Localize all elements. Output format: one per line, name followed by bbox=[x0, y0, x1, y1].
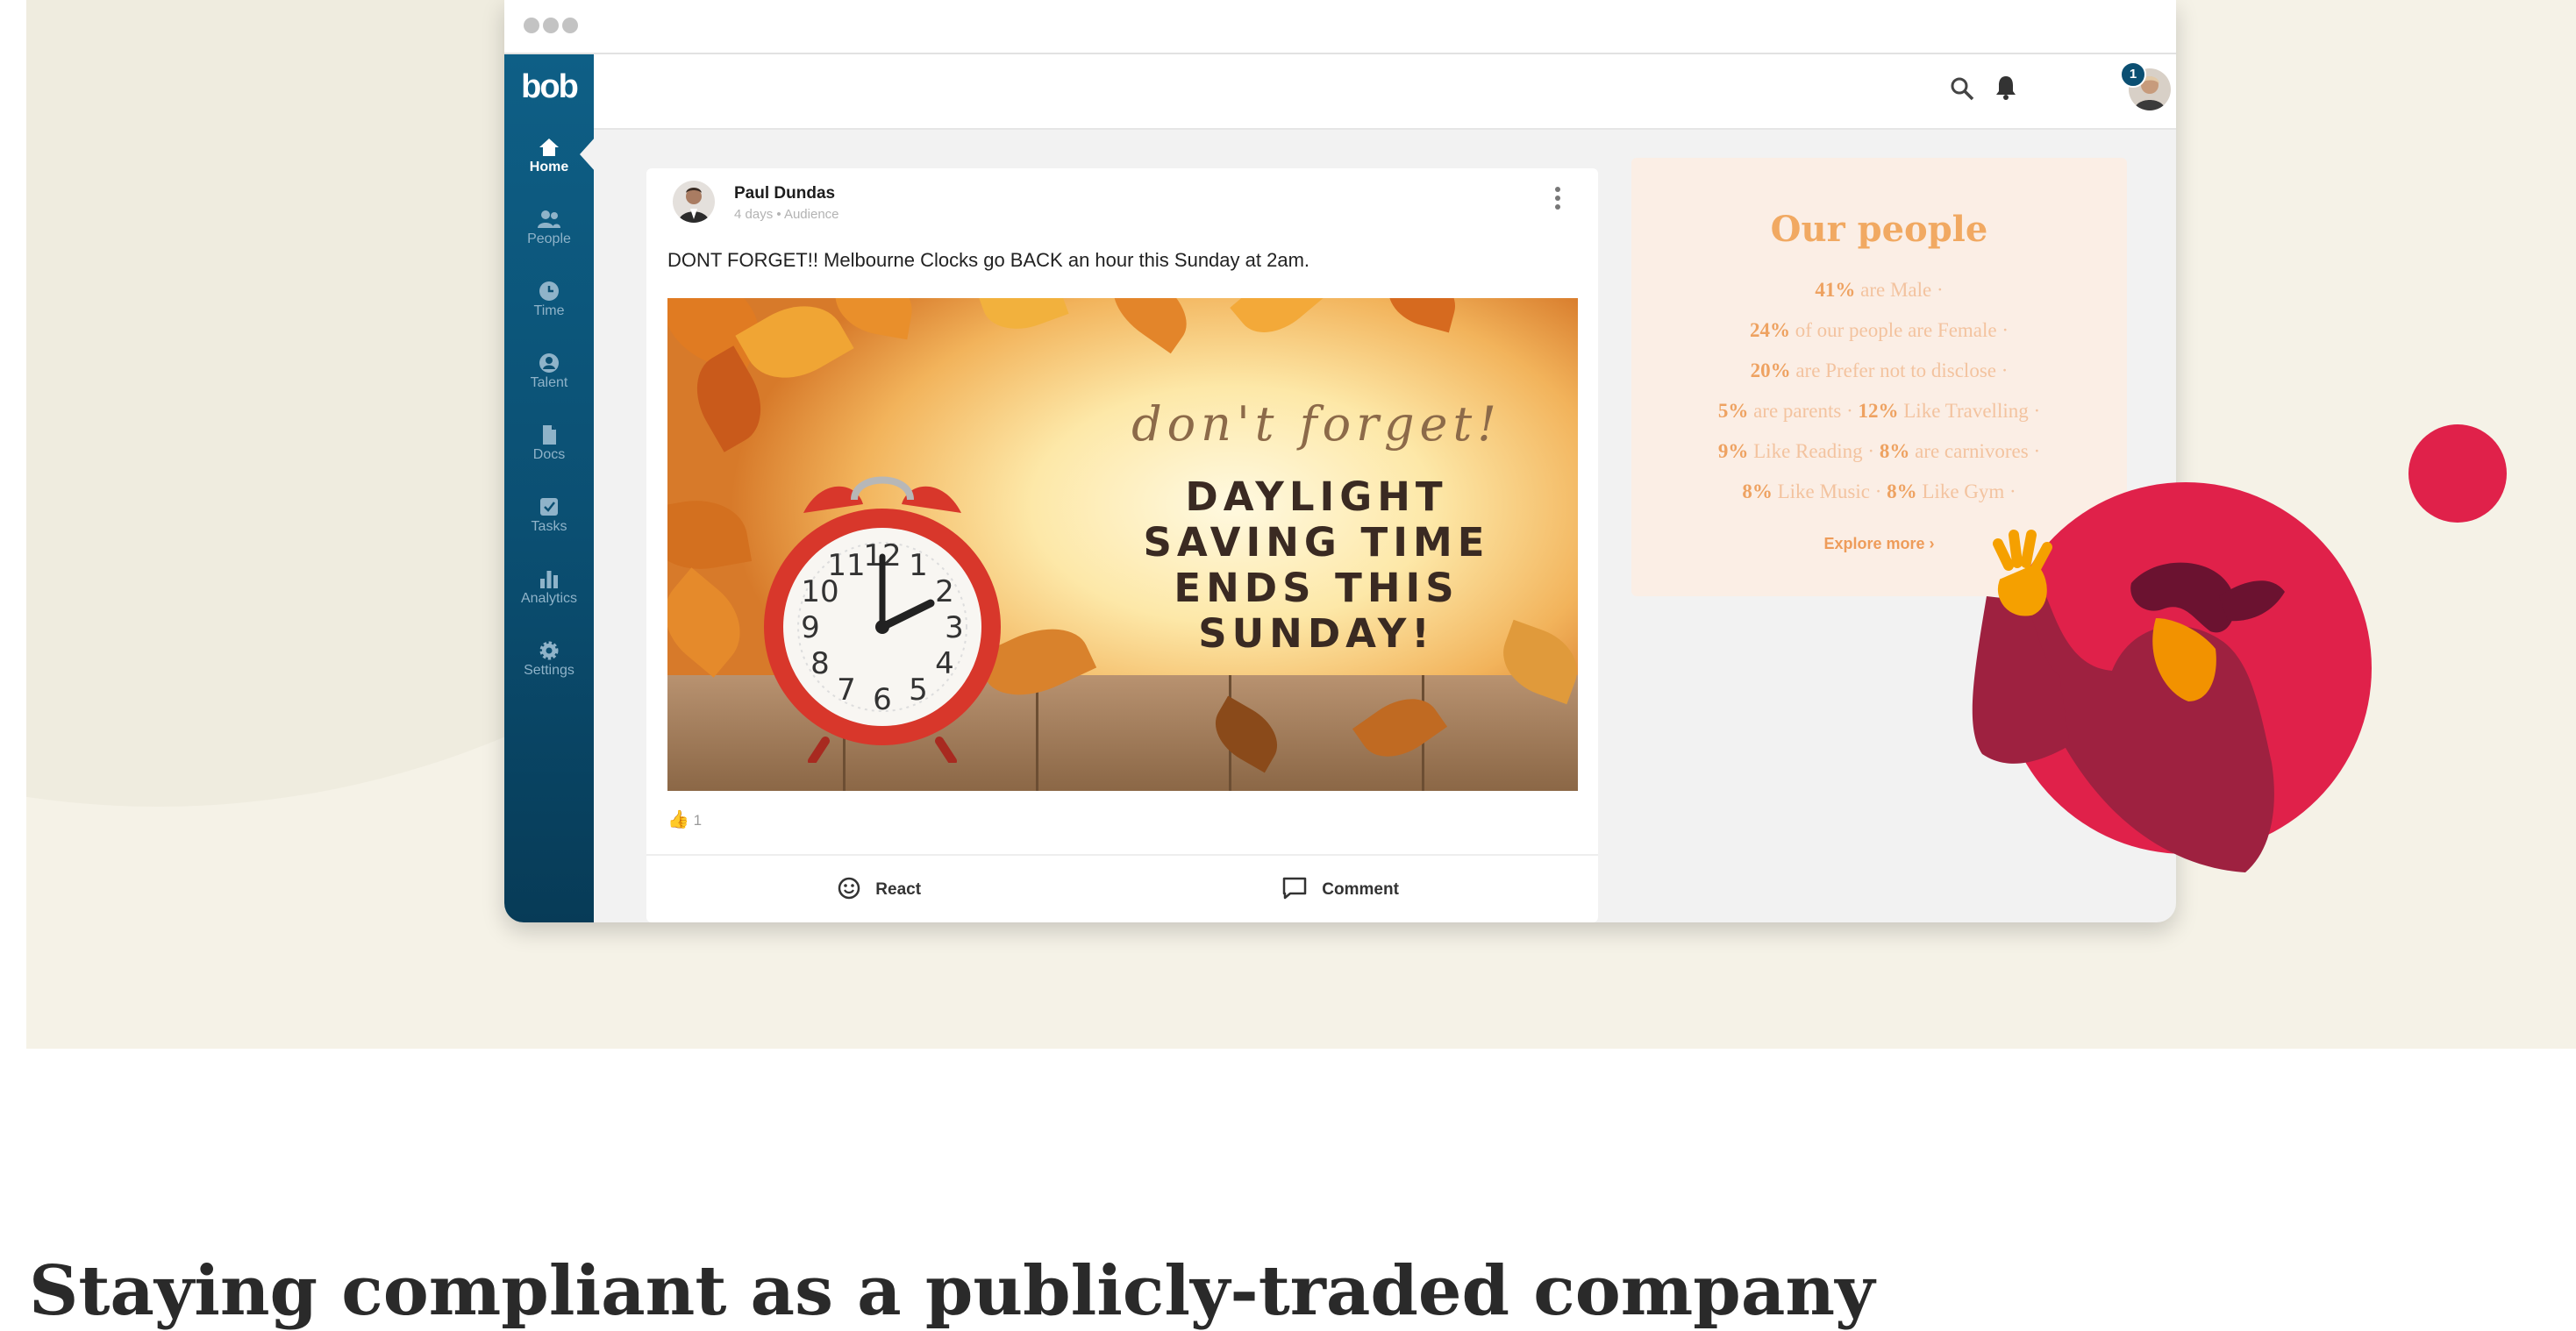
post-actions: React Comment bbox=[646, 854, 1598, 922]
clock-number: 8 bbox=[810, 646, 830, 681]
stat-value: 41% bbox=[1815, 279, 1856, 301]
autumn-leaf bbox=[1381, 298, 1463, 333]
sidebar: bob Home People Time Talent Docs Tasks A… bbox=[504, 54, 596, 922]
widget-title: Our people bbox=[1770, 209, 1988, 250]
tasks-icon bbox=[540, 498, 558, 516]
document-icon bbox=[543, 425, 556, 445]
settings-icon bbox=[539, 641, 559, 660]
comment-icon bbox=[1282, 877, 1307, 900]
autumn-leaf bbox=[976, 298, 1069, 341]
people-stat-line: 24% of our people are Female · bbox=[1631, 319, 2127, 342]
people-icon bbox=[538, 210, 560, 228]
stat-text: Like Music · bbox=[1772, 480, 1887, 502]
stat-value: 8% bbox=[1742, 480, 1773, 502]
sidebar-item-people[interactable]: People bbox=[504, 203, 594, 274]
sidebar-item-label: Time bbox=[533, 303, 565, 318]
clock-icon bbox=[539, 281, 559, 301]
post-meta: 4 days • Audience bbox=[734, 207, 839, 222]
sidebar-item-label: Tasks bbox=[531, 519, 567, 534]
author-avatar[interactable] bbox=[673, 181, 715, 223]
sidebar-item-settings[interactable]: Settings bbox=[504, 635, 594, 705]
bell-icon[interactable] bbox=[1993, 74, 2019, 102]
post-image[interactable]: 121234567891011 don't forget! DAYLIGHT S… bbox=[667, 298, 1578, 791]
image-headline-line: SUNDAY! bbox=[1198, 610, 1435, 657]
window-dot bbox=[524, 18, 539, 33]
image-headline-line: SAVING TIME bbox=[1143, 519, 1490, 566]
stat-value: 5% bbox=[1717, 400, 1749, 422]
clock-number: 7 bbox=[837, 673, 856, 708]
sidebar-item-talent[interactable]: Talent bbox=[504, 347, 594, 417]
window-dot bbox=[543, 18, 559, 33]
clock-number: 2 bbox=[935, 574, 954, 609]
reaction-summary[interactable]: 👍 1 bbox=[667, 808, 702, 830]
comment-label: Comment bbox=[1322, 880, 1399, 899]
window-dot bbox=[562, 18, 578, 33]
autumn-leaf bbox=[1098, 298, 1202, 354]
people-stat-line: 41% are Male · bbox=[1631, 279, 2127, 302]
post-author-name[interactable]: Paul Dundas bbox=[734, 184, 835, 203]
page-heading: Staying compliant as a publicly-traded c… bbox=[29, 1251, 1875, 1331]
sidebar-item-label: People bbox=[527, 231, 571, 246]
image-script-text: don't forget! bbox=[1131, 396, 1502, 452]
reaction-count: 1 bbox=[693, 812, 703, 829]
active-nav-pointer bbox=[580, 137, 596, 172]
sidebar-item-tasks[interactable]: Tasks bbox=[504, 491, 594, 561]
stat-text: Like Reading · bbox=[1748, 440, 1880, 462]
stat-value: 8% bbox=[1887, 480, 1917, 502]
stat-text: are parents · bbox=[1748, 400, 1859, 422]
stat-value: 9% bbox=[1717, 440, 1749, 462]
stat-value: 24% bbox=[1749, 319, 1790, 341]
image-headline-line: DAYLIGHT bbox=[1185, 473, 1448, 520]
sidebar-item-time[interactable]: Time bbox=[504, 275, 594, 345]
bob-logo: bob bbox=[521, 68, 579, 105]
sidebar-item-label: Settings bbox=[524, 663, 574, 678]
autumn-leaf bbox=[667, 567, 760, 678]
hero-section: bob Home People Time Talent Docs Tasks A… bbox=[26, 0, 2576, 1049]
notification-badge: 1 bbox=[2120, 61, 2146, 88]
react-label: React bbox=[875, 880, 922, 899]
sidebar-item-analytics[interactable]: Analytics bbox=[504, 563, 594, 633]
stat-text: of our people are Female · bbox=[1789, 319, 2009, 341]
stat-value: 8% bbox=[1879, 440, 1910, 462]
sidebar-item-label: Docs bbox=[532, 447, 566, 462]
search-icon[interactable] bbox=[1949, 75, 1975, 102]
people-stat-line: 20% are Prefer not to disclose · bbox=[1631, 359, 2127, 382]
clock-number: 9 bbox=[801, 610, 820, 645]
home-icon bbox=[539, 139, 559, 156]
topbar: 1 bbox=[594, 54, 2176, 130]
clock-number: 11 bbox=[827, 548, 865, 583]
feed-post: Paul Dundas 4 days • Audience DONT FORGE… bbox=[646, 168, 1598, 922]
stat-value: 20% bbox=[1750, 359, 1791, 381]
clock-number: 3 bbox=[945, 610, 964, 645]
more-options-icon[interactable] bbox=[1554, 186, 1561, 210]
waving-person-illustration bbox=[1972, 424, 2507, 872]
image-headline-line: ENDS THIS bbox=[1174, 565, 1459, 611]
stat-text: are Male · bbox=[1855, 279, 1944, 301]
comment-button[interactable]: Comment bbox=[1282, 877, 1399, 900]
alarm-clock: 121234567891011 bbox=[764, 476, 1001, 763]
thumbs-up-icon: 👍 bbox=[667, 810, 689, 829]
autumn-leaf bbox=[667, 492, 753, 578]
window-titlebar bbox=[504, 0, 2176, 54]
autumn-leaf bbox=[1230, 298, 1324, 348]
sidebar-item-docs[interactable]: Docs bbox=[504, 419, 594, 489]
stat-value: 12% bbox=[1858, 400, 1899, 422]
analytics-icon bbox=[540, 571, 558, 588]
clock-number: 5 bbox=[909, 673, 928, 708]
sidebar-item-label: Talent bbox=[530, 375, 568, 390]
stat-text: are Prefer not to disclose · bbox=[1790, 359, 2009, 381]
sidebar-item-label: Analytics bbox=[520, 591, 578, 606]
talent-icon bbox=[539, 353, 559, 373]
post-text: DONT FORGET!! Melbourne Clocks go BACK a… bbox=[667, 249, 1310, 271]
clock-number: 6 bbox=[873, 682, 892, 717]
clock-number: 4 bbox=[935, 646, 954, 681]
app-window: bob Home People Time Talent Docs Tasks A… bbox=[504, 0, 2176, 922]
react-button[interactable]: React bbox=[838, 877, 921, 900]
clock-number: 1 bbox=[909, 548, 928, 583]
smiley-icon bbox=[838, 877, 860, 900]
